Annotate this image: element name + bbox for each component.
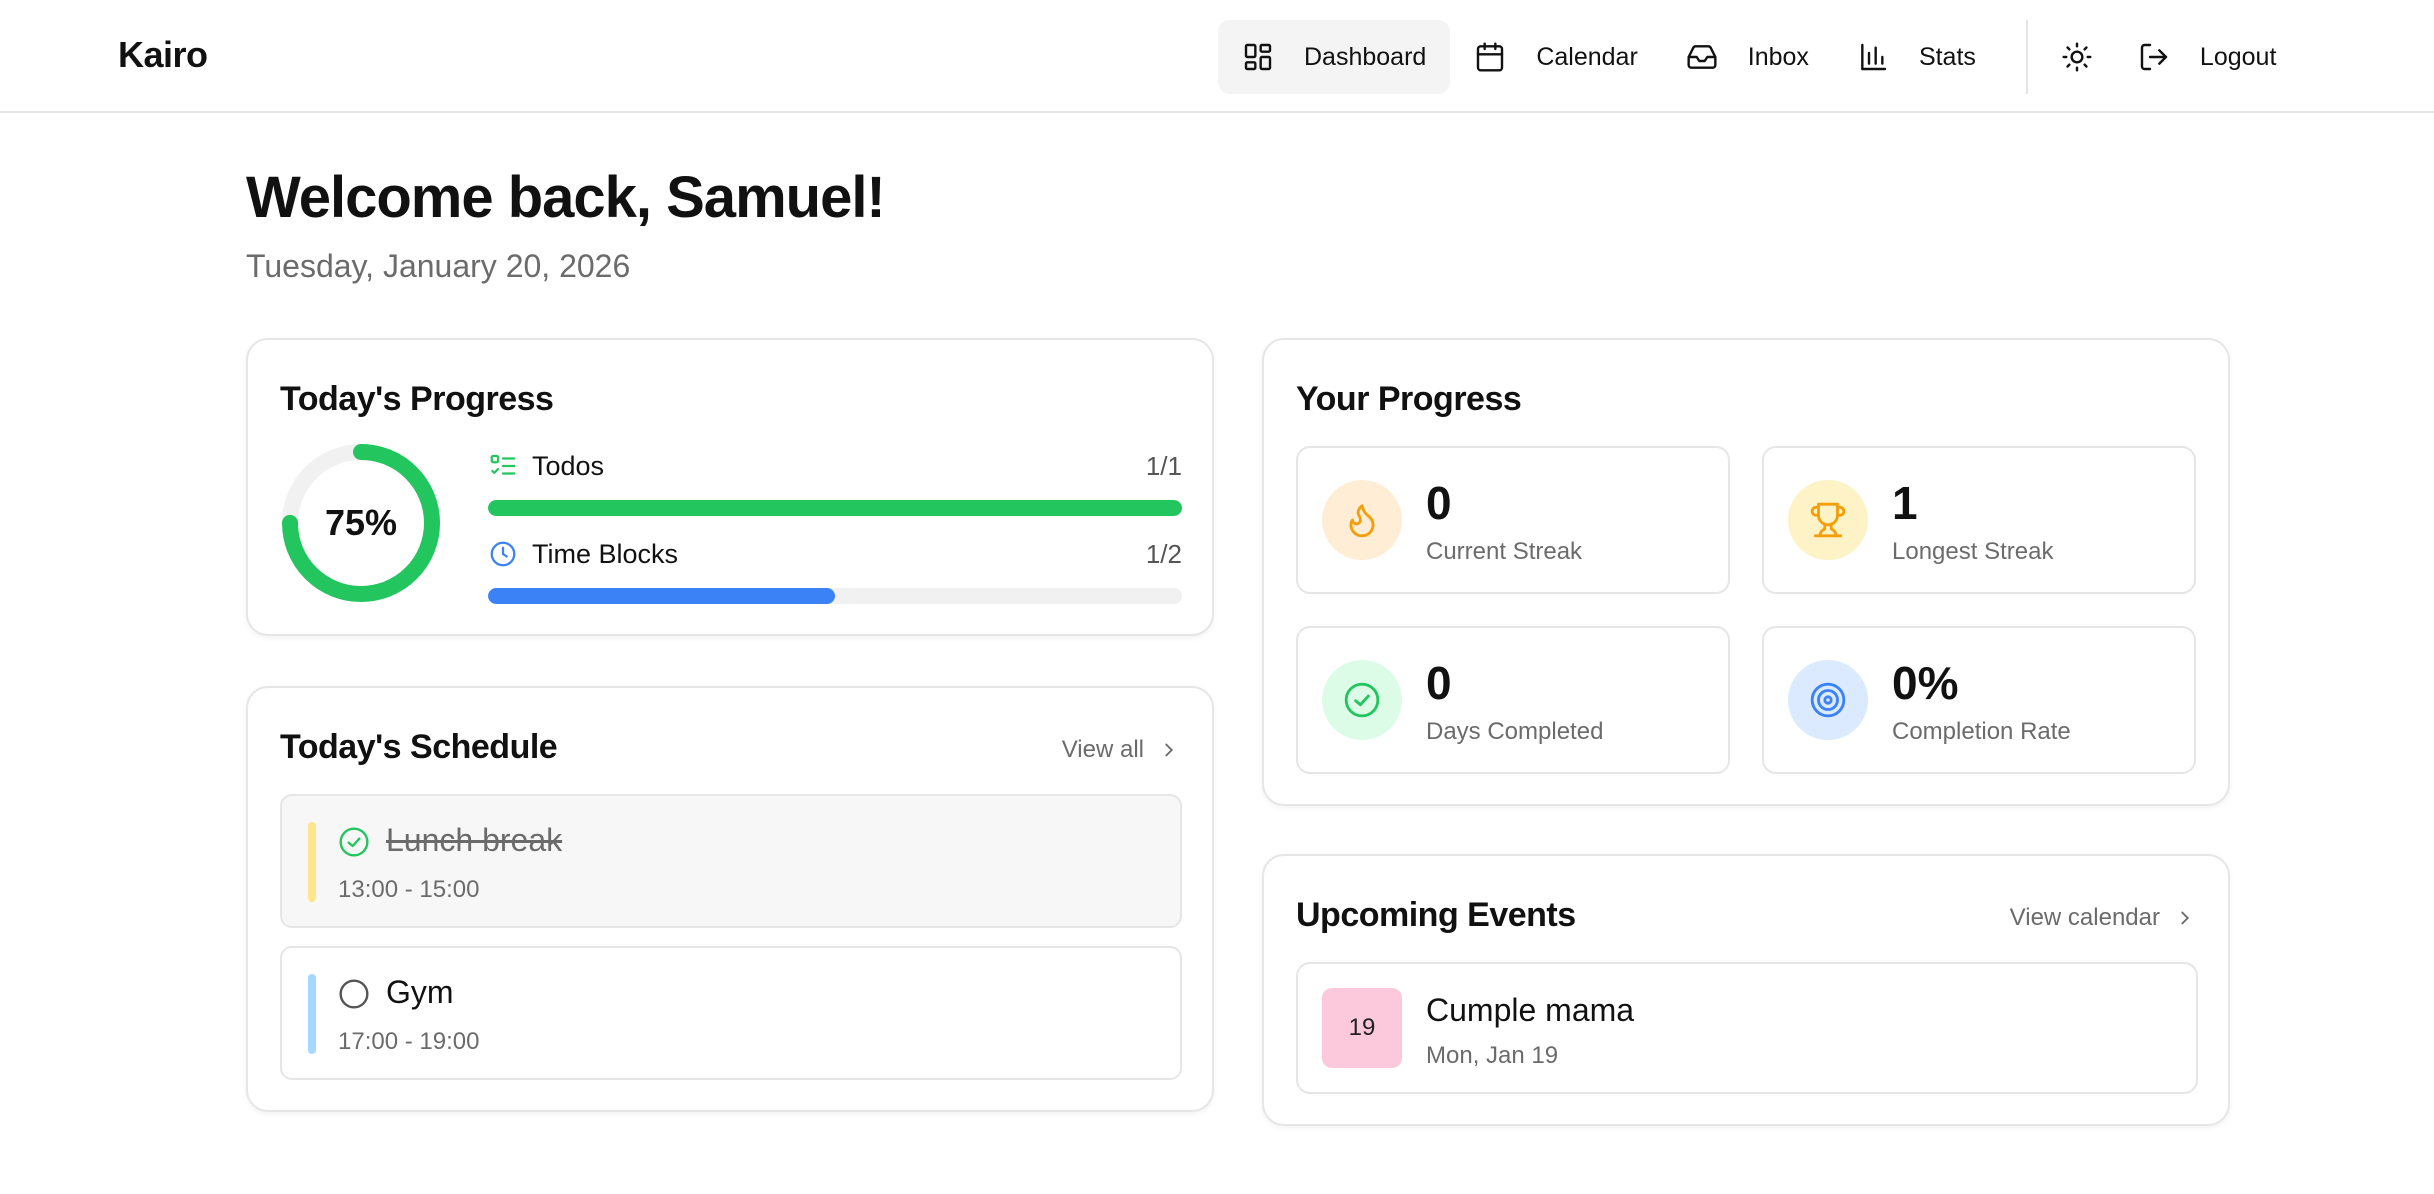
stat-label: Days Completed (1426, 718, 1604, 745)
time-blocks-bar-fill (488, 588, 835, 604)
logout-icon (2140, 43, 2168, 71)
schedule-item[interactable]: Lunch break 13:00 - 15:00 (280, 794, 1182, 928)
target-icon (1810, 682, 1846, 718)
trophy-icon (1810, 502, 1846, 538)
todos-progress: Todos 1/1 (488, 448, 1182, 516)
view-all-label: View all (1061, 736, 1144, 763)
schedule-item[interactable]: Gym 17:00 - 19:00 (280, 946, 1182, 1080)
main-nav: Dashboard Calendar Inbox Stats Logout (1218, 20, 2300, 94)
brand-logo[interactable]: Kairo (118, 34, 208, 76)
todays-progress-title: Today's Progress (280, 380, 554, 418)
nav-calendar[interactable]: Calendar (1450, 20, 1661, 94)
stat-value: 0 (1426, 477, 1452, 529)
dashboard-icon (1244, 43, 1272, 71)
nav-stats[interactable]: Stats (1833, 20, 2000, 94)
page-title: Welcome back, Samuel! (246, 165, 886, 230)
nav-inbox-label: Inbox (1747, 42, 1809, 71)
stat-value: 0% (1892, 657, 1959, 709)
check-circle-icon[interactable] (338, 826, 370, 858)
nav-stats-label: Stats (1918, 42, 1976, 71)
top-navbar: Kairo Dashboard Calendar Inbox Stats Log… (0, 0, 2434, 113)
time-blocks-progress: Time Blocks 1/2 (488, 536, 1182, 604)
upcoming-events-title: Upcoming Events (1296, 896, 1576, 934)
stat-icon-badge (1788, 480, 1868, 560)
event-day-badge: 19 (1322, 988, 1402, 1068)
schedule-color-stripe (308, 974, 316, 1054)
stat-completion-rate: 0% Completion Rate (1762, 626, 2196, 774)
chevron-right-icon (1165, 743, 1174, 757)
todos-label: Todos (532, 450, 605, 481)
schedule-item-time: 13:00 - 15:00 (338, 876, 480, 903)
schedule-item-name: Lunch break (386, 822, 563, 858)
calendar-icon (1477, 42, 1504, 72)
stat-longest-streak: 1 Longest Streak (1762, 446, 2196, 594)
schedule-item-time: 17:00 - 19:00 (338, 1028, 480, 1055)
nav-calendar-label: Calendar (1536, 42, 1638, 71)
check-circle-icon (1344, 682, 1380, 718)
list-check-icon (490, 454, 516, 475)
nav-inbox[interactable]: Inbox (1662, 20, 1833, 94)
stat-icon-badge (1322, 660, 1402, 740)
event-item[interactable]: 19 Cumple mama Mon, Jan 19 (1296, 962, 2198, 1094)
clock-icon (490, 541, 516, 567)
chevron-right-icon (2181, 911, 2190, 925)
time-blocks-count: 1/2 (1145, 538, 1182, 569)
bar-chart-icon (1861, 43, 1887, 71)
inbox-icon (1687, 45, 1717, 69)
your-progress-title: Your Progress (1296, 380, 1522, 418)
todays-schedule-card: Today's Schedule View all Lunch break 13… (246, 686, 1214, 1112)
theme-toggle-button[interactable] (2040, 20, 2114, 94)
view-calendar-label: View calendar (2009, 904, 2160, 931)
schedule-color-stripe (308, 822, 316, 902)
page-date: Tuesday, January 20, 2026 (246, 248, 631, 284)
stat-label: Completion Rate (1892, 718, 2071, 745)
upcoming-events-card: Upcoming Events View calendar 19 Cumple … (1262, 854, 2230, 1126)
todays-schedule-title: Today's Schedule (280, 728, 558, 766)
stat-label: Longest Streak (1892, 538, 2054, 565)
stat-value: 0 (1426, 657, 1452, 709)
todos-bar-fill (488, 500, 1182, 516)
nav-dashboard-label: Dashboard (1304, 42, 1427, 71)
stat-value: 1 (1892, 477, 1918, 529)
progress-ring: 75% (280, 442, 442, 604)
view-calendar-link[interactable]: View calendar (2010, 904, 2196, 932)
stat-icon-badge (1322, 480, 1402, 560)
empty-circle-icon[interactable] (338, 978, 370, 1010)
time-blocks-bar (488, 588, 1182, 604)
stat-icon-badge (1788, 660, 1868, 740)
stat-current-streak: 0 Current Streak (1296, 446, 1730, 594)
view-all-link[interactable]: View all (1062, 736, 1180, 764)
todos-bar (488, 500, 1182, 516)
flame-icon (1349, 504, 1375, 538)
todos-count: 1/1 (1145, 450, 1182, 481)
time-blocks-label: Time Blocks (532, 538, 679, 569)
progress-ring-percent: 75% (324, 502, 398, 543)
stat-label: Current Streak (1426, 538, 1583, 565)
nav-dashboard[interactable]: Dashboard (1218, 20, 1451, 94)
your-progress-card: Your Progress 0 Current Streak 1 Longest… (1262, 338, 2230, 806)
logout-button[interactable]: Logout (2114, 20, 2300, 94)
todays-progress-card: Today's Progress 75% Todos 1/1 Time Bloc… (246, 338, 1214, 636)
logout-label: Logout (2199, 42, 2277, 71)
nav-divider (2025, 20, 2028, 94)
schedule-item-name: Gym (386, 974, 454, 1010)
sun-icon (2062, 42, 2092, 72)
event-name: Cumple mama (1426, 992, 1635, 1028)
event-date: Mon, Jan 19 (1426, 1042, 1559, 1069)
stat-days-completed: 0 Days Completed (1296, 626, 1730, 774)
